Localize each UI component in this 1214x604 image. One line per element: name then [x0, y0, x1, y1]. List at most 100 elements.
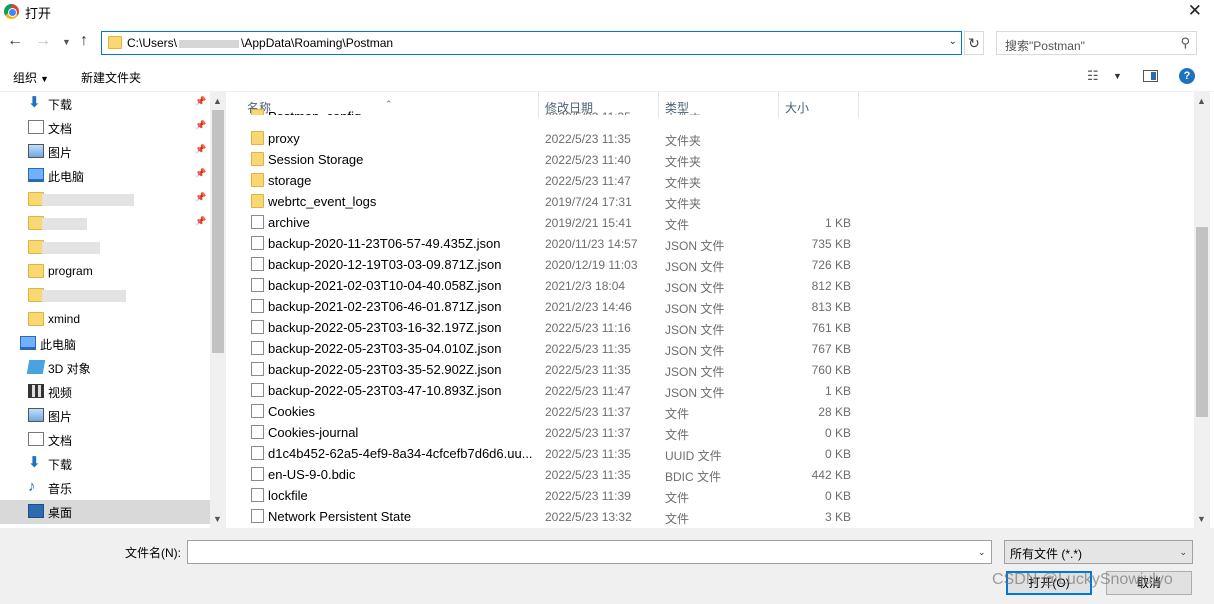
- file-row[interactable]: backup-2022-05-23T03-35-04.010Z.json 2022…: [227, 338, 1194, 359]
- file-name: backup-2022-05-23T03-47-10.893Z.json: [268, 383, 502, 398]
- file-row[interactable]: en-US-9-0.bdic 2022/5/23 11:35 BDIC 文件 442 …: [227, 464, 1194, 485]
- file-name: backup-2022-05-23T03-16-32.197Z.json: [268, 320, 502, 335]
- organize-button[interactable]: 组织 ▼: [13, 69, 49, 86]
- new-folder-button[interactable]: 新建文件夹: [81, 69, 141, 86]
- file-type: JSON 文件: [665, 344, 725, 358]
- file-size: 1 KB: [824, 384, 851, 398]
- forward-arrow-icon[interactable]: →: [35, 32, 51, 50]
- file-name: d1c4b452-62a5-4ef9-8a34-4cfcefb7d6d6.uu.…: [268, 446, 533, 461]
- nav-item[interactable]: 📌: [0, 212, 210, 236]
- nav-item[interactable]: program: [0, 260, 210, 284]
- nav-item[interactable]: 图片: [0, 404, 210, 428]
- file-size: 28 KB: [818, 405, 851, 419]
- nav-item-label: 文档: [48, 434, 73, 448]
- file-row[interactable]: backup-2022-05-23T03-16-32.197Z.json 2022…: [227, 317, 1194, 338]
- chevron-down-icon[interactable]: ⌄: [949, 36, 957, 47]
- file-name: archive: [268, 215, 310, 230]
- preview-pane-icon[interactable]: [1143, 70, 1158, 82]
- scroll-down-icon[interactable]: ▼: [213, 514, 222, 524]
- nav-item[interactable]: 3D 对象: [0, 356, 210, 380]
- file-icon: [251, 383, 264, 397]
- file-date: 2022/5/23 11:39: [545, 489, 631, 503]
- file-date: 2021/2/3 18:04: [545, 279, 626, 293]
- file-row[interactable]: lockfile 2022/5/23 11:39 文件 0 KB: [227, 485, 1194, 506]
- search-icon[interactable]: ⚲: [1180, 35, 1190, 51]
- nav-item[interactable]: 此电脑 📌: [0, 164, 210, 188]
- search-input[interactable]: 搜索"Postman" ⚲: [996, 31, 1197, 55]
- file-list-scrollbar-thumb[interactable]: [1196, 227, 1208, 417]
- nav-item[interactable]: ⬇ 下载 📌: [0, 92, 210, 116]
- file-row[interactable]: backup-2021-02-03T10-04-40.058Z.json 2021…: [227, 275, 1194, 296]
- music-icon: ♪: [28, 478, 36, 495]
- file-date: 2022/5/23 11:35: [545, 447, 631, 461]
- address-path-prefix: C:\Users\: [127, 36, 178, 50]
- file-row[interactable]: d1c4b452-62a5-4ef9-8a34-4cfcefb7d6d6.uu.…: [227, 443, 1194, 464]
- file-type: JSON 文件: [665, 302, 725, 316]
- file-row[interactable]: Cookies 2022/5/23 11:37 文件 28 KB: [227, 401, 1194, 422]
- nav-item[interactable]: 📌: [0, 188, 210, 212]
- file-row[interactable]: backup-2020-12-19T03-03-09.871Z.json 2020…: [227, 254, 1194, 275]
- file-type: UUID 文件: [665, 449, 722, 463]
- chevron-down-icon: ⌄: [1179, 547, 1187, 557]
- recent-locations-chevron-icon[interactable]: ▼: [62, 37, 71, 47]
- nav-item[interactable]: 视频: [0, 380, 210, 404]
- help-icon[interactable]: ?: [1179, 68, 1195, 84]
- file-size: 0 KB: [824, 426, 851, 440]
- up-arrow-icon[interactable]: ↑: [80, 32, 88, 50]
- nav-item-label: xmind: [48, 312, 81, 326]
- file-type: 文件: [665, 512, 690, 526]
- nav-item[interactable]: 桌面: [0, 500, 210, 524]
- file-row[interactable]: Network Persistent State 2022/5/23 13:32 文…: [227, 506, 1194, 527]
- file-date: 2022/5/23 11:47: [545, 174, 631, 188]
- file-type: 文件夹: [665, 112, 702, 126]
- nav-item-label: 音乐: [48, 482, 73, 496]
- nav-item[interactable]: 此电脑: [0, 332, 210, 356]
- nav-item[interactable]: 文档 📌: [0, 116, 210, 140]
- nav-item[interactable]: ♪ 音乐: [0, 476, 210, 500]
- pin-icon: 📌: [195, 168, 207, 178]
- address-bar[interactable]: C:\Users\ \AppData\Roaming\Postman ⌄: [101, 31, 962, 55]
- folder-icon: [108, 36, 122, 49]
- nav-scrollbar-thumb[interactable]: [212, 110, 224, 353]
- nav-item[interactable]: 文档: [0, 428, 210, 452]
- nav-item[interactable]: 图片 📌: [0, 140, 210, 164]
- file-row[interactable]: backup-2021-02-23T06-46-01.871Z.json 2021…: [227, 296, 1194, 317]
- file-row[interactable]: webrtc_event_logs 2019/7/24 17:31 文件夹: [227, 191, 1194, 212]
- file-type: JSON 文件: [665, 260, 725, 274]
- refresh-icon[interactable]: ↻: [964, 31, 984, 55]
- chevron-down-icon[interactable]: ⌄: [978, 547, 986, 558]
- file-icon: [251, 425, 264, 439]
- file-icon: [251, 404, 264, 418]
- redacted-label: [42, 218, 87, 230]
- close-icon[interactable]: ✕: [1188, 1, 1202, 21]
- caret-down-icon[interactable]: ▼: [1113, 71, 1122, 81]
- file-icon: [251, 362, 264, 376]
- nav-item[interactable]: [0, 236, 210, 260]
- picture-icon: [28, 408, 44, 422]
- file-name: backup-2022-05-23T03-35-52.902Z.json: [268, 362, 502, 377]
- file-row[interactable]: backup-2022-05-23T03-47-10.893Z.json 2022…: [227, 380, 1194, 401]
- document-icon: [28, 120, 44, 134]
- file-row[interactable]: storage 2022/5/23 11:47 文件夹: [227, 170, 1194, 191]
- file-row[interactable]: archive 2019/2/21 15:41 文件 1 KB: [227, 212, 1194, 233]
- file-row[interactable]: Cookies-journal 2022/5/23 11:37 文件 0 KB: [227, 422, 1194, 443]
- nav-item[interactable]: ⬇ 下载: [0, 452, 210, 476]
- file-row[interactable]: proxy 2022/5/23 11:35 文件夹: [227, 128, 1194, 149]
- file-row[interactable]: backup-2020-11-23T06-57-49.435Z.json 2020…: [227, 233, 1194, 254]
- view-options-icon[interactable]: ☷: [1087, 68, 1099, 84]
- file-icon: [251, 488, 264, 502]
- nav-item[interactable]: xmind: [0, 308, 210, 332]
- filetype-select[interactable]: 所有文件 (*.*) ⌄: [1004, 540, 1193, 564]
- file-row[interactable]: Session Storage 2022/5/23 11:40 文件夹: [227, 149, 1194, 170]
- scroll-up-icon[interactable]: ▲: [213, 96, 222, 106]
- scroll-up-icon[interactable]: ▲: [1197, 96, 1206, 106]
- nav-item[interactable]: [0, 284, 210, 308]
- scroll-down-icon[interactable]: ▼: [1197, 514, 1206, 524]
- back-arrow-icon[interactable]: ←: [7, 32, 23, 50]
- file-row[interactable]: backup-2022-05-23T03-35-52.902Z.json 2022…: [227, 359, 1194, 380]
- filename-input[interactable]: [187, 540, 992, 564]
- pin-icon: 📌: [195, 144, 207, 154]
- watermark: CSDN @LuckySnowjulyo: [992, 571, 1173, 588]
- file-date: 2019/7/24 17:31: [545, 195, 632, 209]
- file-type: 文件: [665, 218, 690, 232]
